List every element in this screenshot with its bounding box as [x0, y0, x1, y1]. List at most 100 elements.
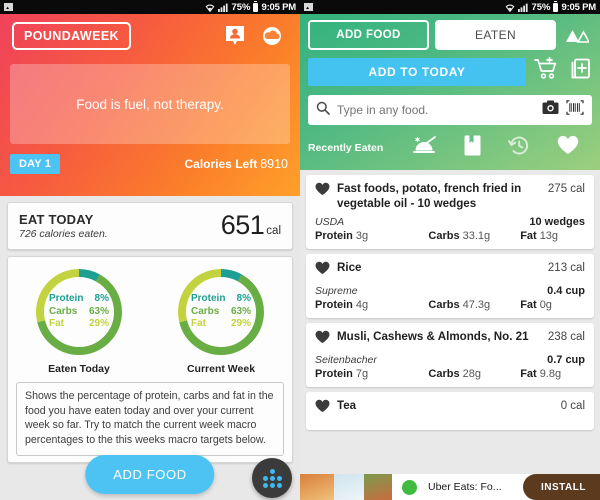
food-serving: 10 wedges	[529, 216, 585, 228]
add-copy-icon[interactable]	[568, 57, 592, 86]
quote-text: Food is fuel, not therapy.	[76, 96, 224, 112]
protein-value: 4g	[355, 299, 369, 311]
history-clock-icon[interactable]	[507, 135, 530, 161]
grid-dots-icon	[262, 468, 282, 488]
carbs-label: Carbs	[428, 230, 460, 242]
profile-pin-icon[interactable]	[224, 24, 246, 48]
protein-label: Protein	[315, 230, 353, 242]
add-food-header: ADD FOOD EATEN ADD TO TODAY Type in any …	[300, 14, 600, 170]
tab-eaten[interactable]: EATEN	[435, 20, 556, 50]
app-logo: POUNDAWEEK	[12, 22, 131, 50]
carbs-value: 28g	[462, 368, 481, 380]
food-brand: USDA	[315, 216, 345, 228]
fat-value: 9.8g	[539, 368, 562, 380]
favorite-heart-icon[interactable]	[315, 330, 330, 349]
chart-current-week[interactable]: Protein 8% Carbs 63% Fat 29% Current Week	[151, 266, 291, 375]
legend-carbs-value: 63%	[88, 305, 109, 317]
favorite-heart-icon[interactable]	[315, 182, 330, 201]
protein-label: Protein	[315, 299, 353, 311]
favorite-heart-icon[interactable]	[315, 261, 330, 280]
favorite-heart-icon[interactable]	[315, 399, 330, 418]
eat-today-unit: cal	[266, 225, 281, 237]
tab-add-food[interactable]: ADD FOOD	[308, 20, 429, 50]
fat-label: Fat	[520, 230, 537, 242]
search-icon	[316, 101, 330, 120]
chart-current-week-label: Current Week	[186, 363, 256, 375]
calories-left-value: 8910	[260, 157, 288, 171]
ad-app-icon	[398, 477, 420, 497]
barcode-icon[interactable]	[566, 100, 584, 120]
cloud-icon[interactable]	[260, 26, 284, 46]
food-brand: Supreme	[315, 285, 358, 297]
search-bar[interactable]	[308, 95, 592, 125]
wifi-icon	[205, 3, 215, 12]
legend-protein-label: Protein	[49, 293, 84, 305]
right-phone-panel: 75% 9:05 PM ADD FOOD EATEN ADD TO TODAY	[300, 0, 600, 500]
action-bar: ADD TO TODAY	[308, 56, 592, 86]
ad-banner[interactable]: Uber Eats: Fo... INSTALL	[300, 474, 600, 500]
add-to-today-button[interactable]: ADD TO TODAY	[308, 57, 526, 86]
eat-today-card[interactable]: EAT TODAY 726 calories eaten. 651 cal	[7, 202, 293, 250]
eat-today-value: 651	[220, 210, 265, 240]
wifi-icon	[505, 3, 515, 12]
motivational-quote-box: Food is fuel, not therapy.	[10, 64, 290, 144]
food-name: Tea	[337, 399, 357, 412]
legend-protein-label: Protein	[191, 293, 226, 305]
legend-protein-value: 8%	[94, 293, 109, 305]
status-bar-left: 75% 9:05 PM	[0, 0, 300, 14]
carbs-value: 47.3g	[462, 299, 491, 311]
legend-carbs-value: 63%	[230, 305, 251, 317]
chart-eaten-today[interactable]: Protein 8% Carbs 63% Fat 29% Eaten Today	[9, 266, 149, 375]
hero-header: POUNDAWEEK Food is fuel, not therapy. DA…	[0, 14, 300, 196]
donut-eaten-today: Protein 8% Carbs 63% Fat 29%	[33, 266, 125, 358]
carbs-value: 33.1g	[462, 230, 491, 242]
food-serving: 0.7 cup	[547, 354, 585, 366]
battery-percent-left: 75%	[231, 1, 251, 13]
calories-left-label: Calories Left	[184, 157, 258, 171]
legend-fat-label: Fat	[191, 318, 206, 330]
food-list-item[interactable]: Musli, Cashews & Almonds, No. 21 238 cal…	[306, 323, 594, 387]
left-content: EAT TODAY 726 calories eaten. 651 cal Pr…	[0, 196, 300, 500]
food-serving: 0.4 cup	[547, 285, 585, 297]
macro-explanation-note: Shows the percentage of protein, carbs a…	[16, 382, 284, 456]
add-to-cart-icon[interactable]	[534, 56, 560, 86]
add-food-button[interactable]: ADD FOOD	[85, 455, 215, 494]
food-list-item[interactable]: Fast foods, potato, french fried in vege…	[306, 175, 594, 249]
bookmark-book-icon[interactable]	[464, 135, 481, 161]
legend-protein-value: 8%	[236, 293, 251, 305]
food-calories: 213 cal	[547, 262, 585, 274]
food-results-list[interactable]: Fast foods, potato, french fried in vege…	[300, 170, 600, 474]
fat-value: 13g	[539, 230, 559, 242]
legend-carbs-label: Carbs	[191, 305, 220, 317]
carbs-label: Carbs	[428, 368, 460, 380]
mountain-image-icon[interactable]	[562, 25, 592, 45]
clock-right: 9:05 PM	[561, 1, 596, 13]
food-list-item[interactable]: Tea 0 cal	[306, 392, 594, 430]
image-icon	[4, 3, 13, 11]
fat-label: Fat	[520, 299, 537, 311]
food-list-item[interactable]: Rice 213 cal Supreme 0.4 cup Protein 4g C…	[306, 254, 594, 318]
legend-fat-value: 29%	[88, 318, 109, 330]
camera-icon[interactable]	[542, 100, 559, 120]
heart-icon[interactable]	[557, 135, 579, 160]
food-calories: 238 cal	[547, 331, 585, 343]
grid-dots-fab[interactable]	[252, 458, 292, 498]
day-badge[interactable]: DAY 1	[10, 154, 61, 174]
protein-value: 7g	[355, 368, 369, 380]
clock-left: 9:05 PM	[261, 1, 296, 13]
protein-value: 3g	[355, 230, 369, 242]
macro-charts-card: Protein 8% Carbs 63% Fat 29% Eaten Today	[7, 256, 293, 463]
calories-left: Calories Left 8910	[185, 157, 289, 171]
battery-icon	[253, 0, 259, 12]
legend-fat-value: 29%	[230, 318, 251, 330]
food-name: Fast foods, potato, french fried in vege…	[337, 182, 522, 210]
meal-dome-icon[interactable]	[411, 134, 437, 161]
eat-today-subtitle: 726 calories eaten.	[19, 227, 108, 240]
recently-eaten-label: Recently Eaten	[308, 141, 384, 154]
ad-install-button[interactable]: INSTALL	[523, 474, 600, 500]
protein-label: Protein	[315, 368, 353, 380]
dual-screenshot: 75% 9:05 PM POUNDAWEEK Food is fuel, not	[0, 0, 600, 500]
chart-eaten-today-label: Eaten Today	[48, 363, 110, 375]
legend-carbs-label: Carbs	[49, 305, 78, 317]
search-input[interactable]	[337, 103, 535, 117]
